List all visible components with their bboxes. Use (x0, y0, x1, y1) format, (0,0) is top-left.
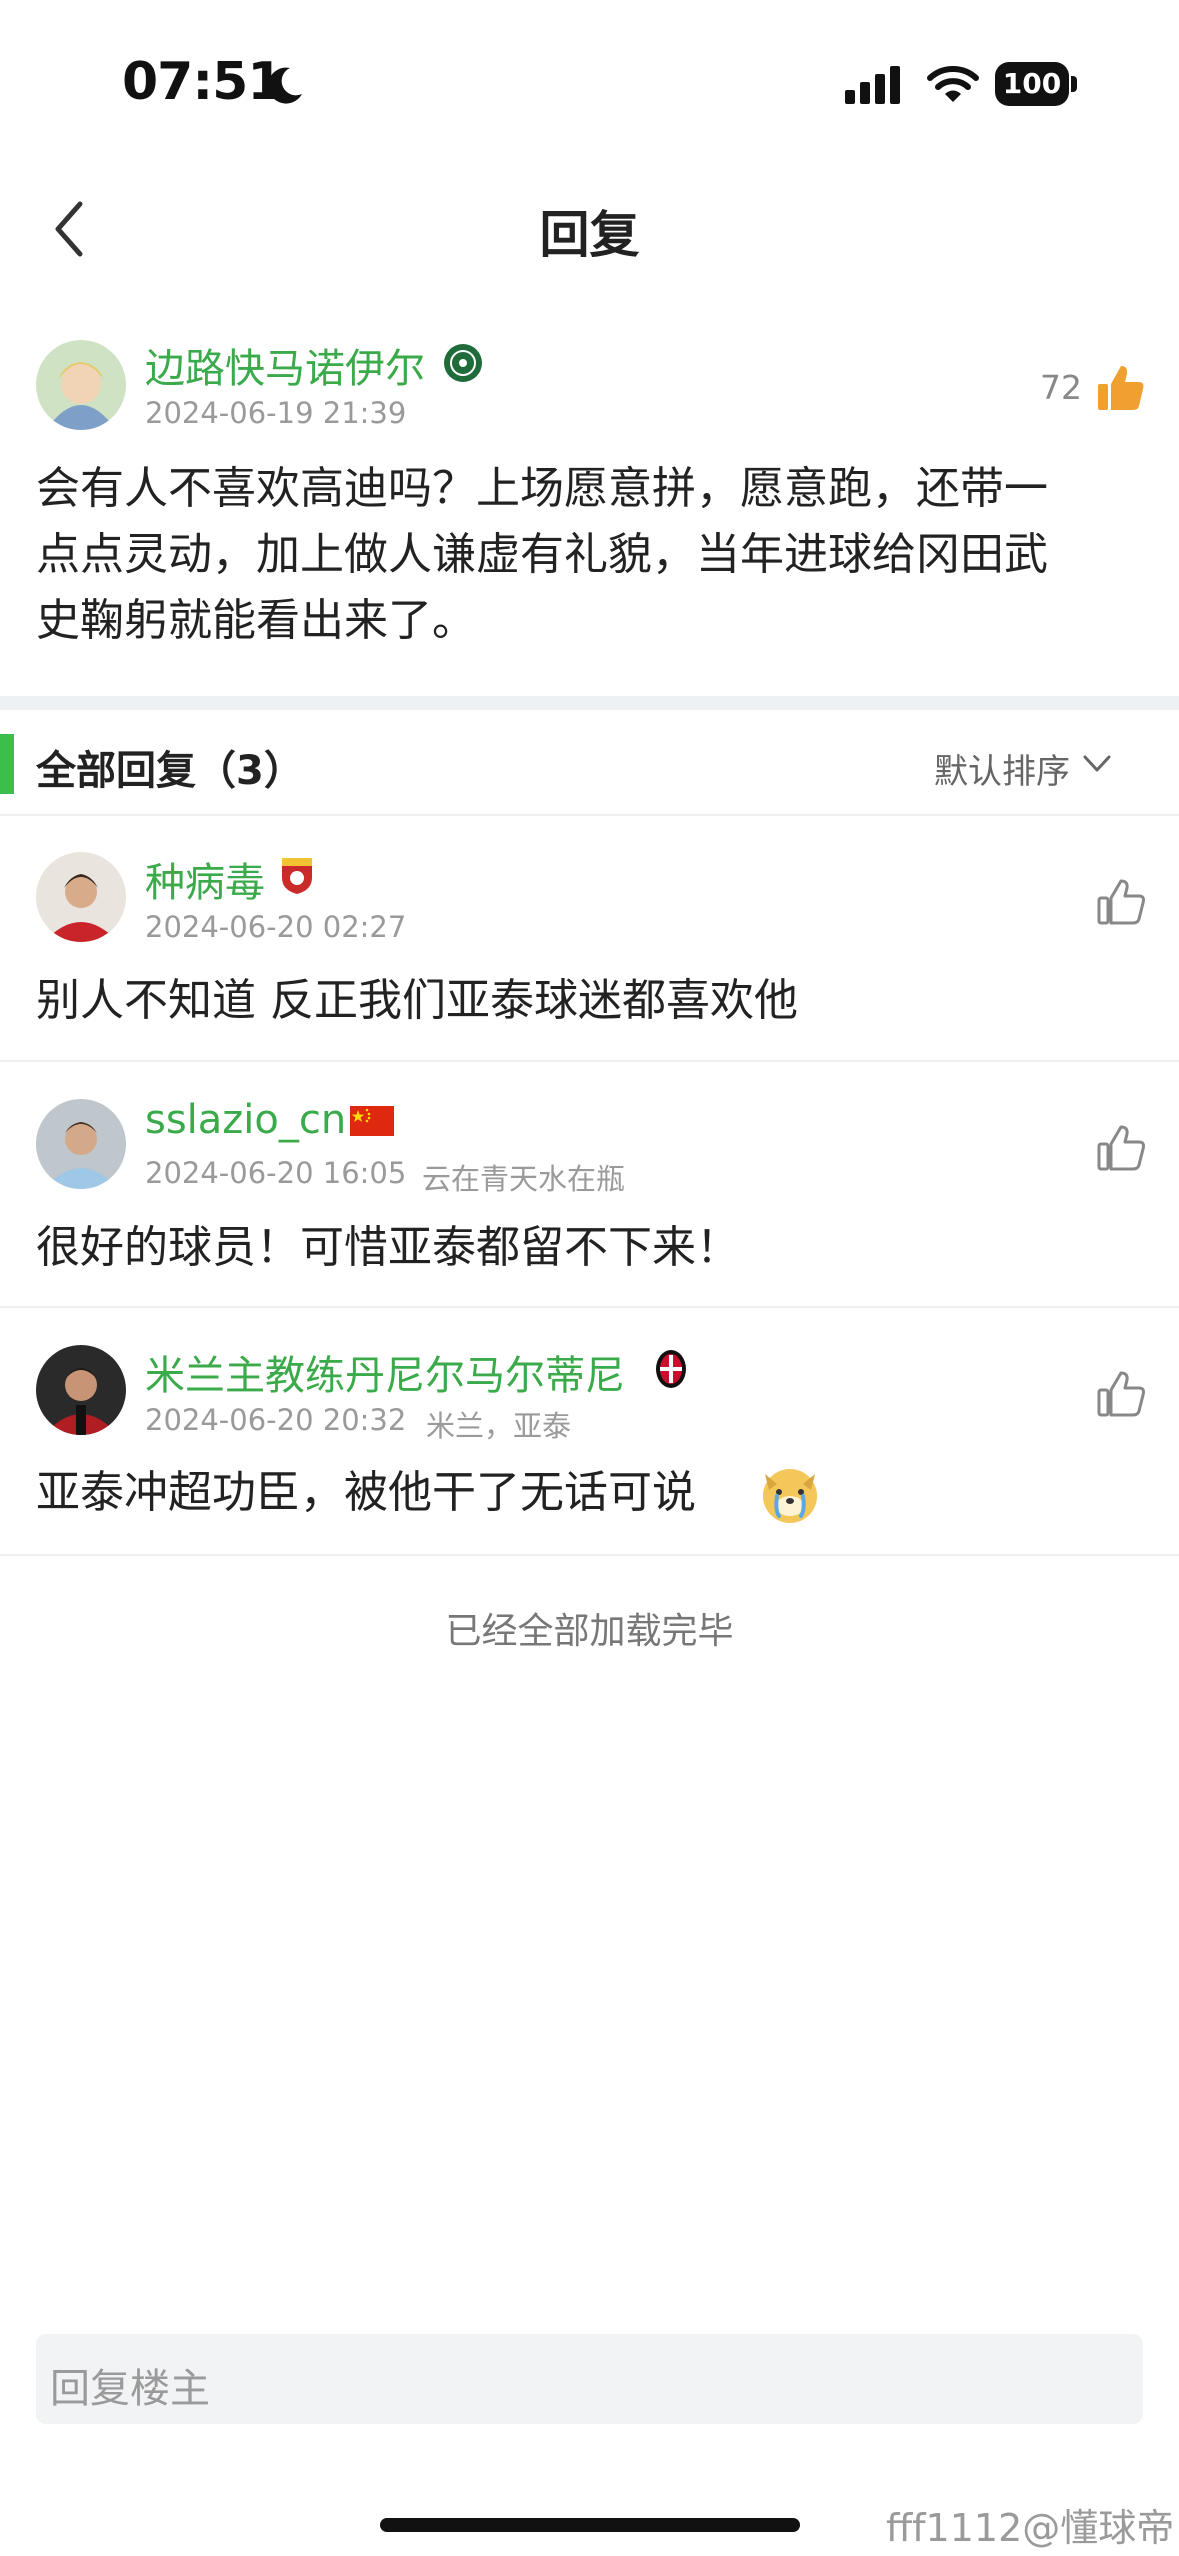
post-content-line: 史鞠躬就能看出来了。 (36, 595, 476, 646)
section-title: 全部回复（3） (36, 748, 304, 794)
avatar[interactable] (36, 852, 126, 942)
home-indicator[interactable] (380, 2518, 800, 2532)
divider (0, 1306, 1179, 1308)
thumbs-up-icon[interactable] (1095, 1368, 1147, 1420)
reply-timestamp: 2024-06-20 02:27 (145, 910, 407, 944)
sort-dropdown[interactable]: 默认排序 (934, 744, 1070, 793)
china-flag-icon (350, 1106, 394, 1136)
watermark: fff1112@懂球帝 (886, 2506, 1175, 2550)
reply-timestamp: 2024-06-20 16:05 (145, 1156, 407, 1190)
chevron-down-icon[interactable] (1082, 752, 1112, 776)
reply-timestamp: 2024-06-20 20:32 (145, 1403, 407, 1437)
avatar[interactable] (36, 340, 126, 430)
thumbs-up-icon[interactable] (1095, 1122, 1147, 1174)
divider (0, 1060, 1179, 1062)
reply-author-name[interactable]: 种病毒 (145, 850, 265, 908)
reply-content: 别人不知道 反正我们亚泰球迷都喜欢他 (36, 975, 798, 1026)
thumbs-up-icon[interactable] (1095, 876, 1147, 928)
signal-icon (845, 66, 900, 104)
avatar[interactable] (36, 1099, 126, 1189)
status-time: 07:51 (122, 52, 284, 112)
moon-icon (268, 67, 302, 104)
reply-location: 米兰，亚泰 (426, 1409, 572, 1443)
team-badge-icon (282, 858, 312, 894)
post-like-count: 72 (1040, 368, 1082, 407)
reply-location: 云在青天水在瓶 (422, 1162, 626, 1196)
page-title: 回复 (539, 206, 640, 264)
thumbs-up-icon[interactable] (1095, 362, 1147, 414)
battery-level: 100 (995, 62, 1069, 106)
wifi-icon (927, 66, 979, 102)
post-content-line: 会有人不喜欢高迪吗？上场愿意拼，愿意跑，还带一 (36, 463, 1048, 514)
reply-author-name[interactable]: 米兰主教练丹尼尔马尔蒂尼 (145, 1343, 625, 1401)
section-accent (0, 734, 14, 794)
battery-icon: 100 (995, 62, 1081, 108)
divider (0, 814, 1179, 816)
post-content-line: 点点灵动，加上做人谦虚有礼貌，当年进球给冈田武 (36, 529, 1048, 580)
reply-input-placeholder[interactable]: 回复楼主 (50, 2356, 210, 2414)
crying-dog-emoji (763, 1469, 817, 1523)
section-divider (0, 696, 1179, 710)
reply-content: 亚泰冲超功臣，被他干了无话可说 (36, 1467, 696, 1518)
ac-milan-badge-icon (656, 1350, 686, 1388)
reply-author-name[interactable]: sslazio_cn (145, 1097, 346, 1143)
reply-content: 很好的球员！可惜亚泰都留不下来！ (36, 1222, 740, 1273)
avatar[interactable] (36, 1345, 126, 1435)
post-timestamp: 2024-06-19 21:39 (145, 396, 407, 430)
post-author-name[interactable]: 边路快马诺伊尔 (145, 336, 425, 394)
team-badge-icon (444, 344, 482, 382)
divider (0, 1554, 1179, 1556)
end-of-list-text: 已经全部加载完毕 (445, 1611, 734, 1652)
